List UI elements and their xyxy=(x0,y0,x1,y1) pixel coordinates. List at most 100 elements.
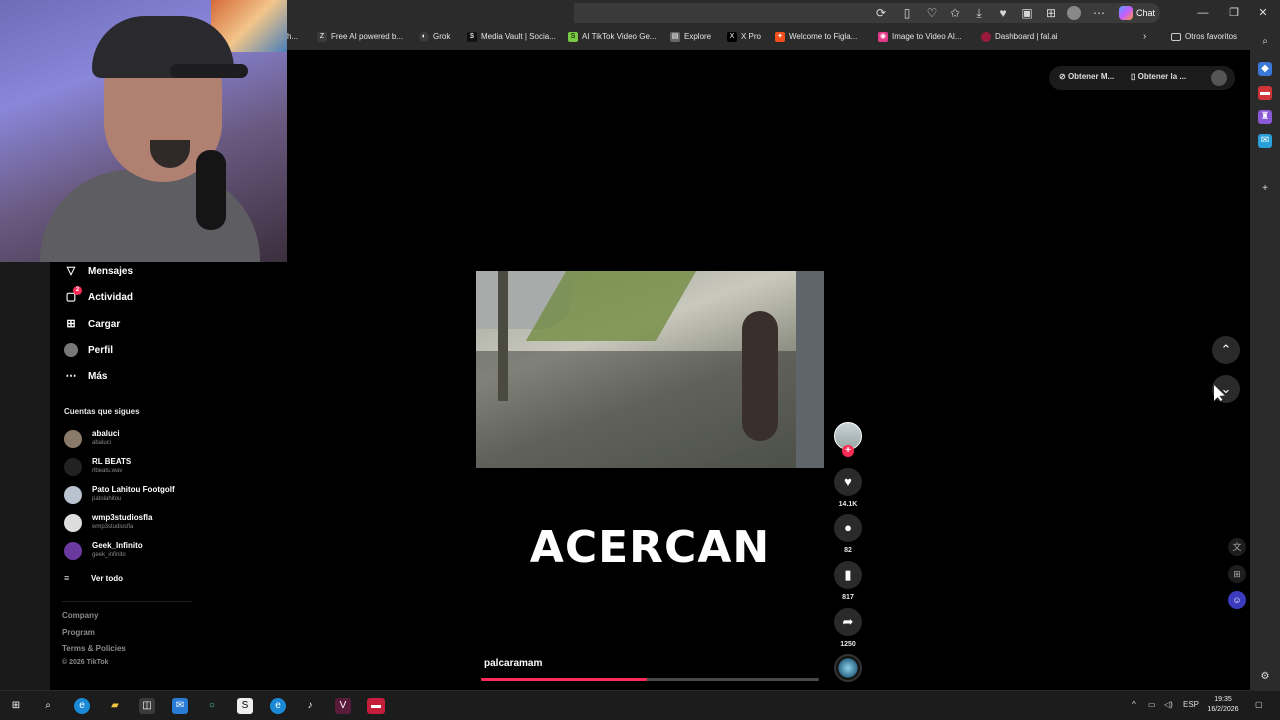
webcam-overlay xyxy=(0,0,287,262)
collections-icon[interactable]: ⊞ xyxy=(1043,6,1059,20)
edge-icon[interactable]: e xyxy=(74,698,90,714)
sidebar-item-more[interactable]: ⋯ Más xyxy=(64,367,108,385)
bookmark-item[interactable]: ◐ Grok xyxy=(419,30,450,44)
sidebar-item-upload[interactable]: ⊞ Cargar xyxy=(64,315,120,333)
copilot-chat-button[interactable]: Chat xyxy=(1114,3,1160,23)
app-icon[interactable]: ▬ xyxy=(367,698,385,714)
avatar xyxy=(64,514,82,532)
sidebar-item-messages[interactable]: ▽ Mensajes xyxy=(64,262,133,280)
bookmark-item[interactable]: h... xyxy=(287,30,298,44)
maximize-icon[interactable]: ❐ xyxy=(1227,6,1241,20)
bookmark-item[interactable]: ▤ Explore xyxy=(670,30,711,44)
other-favorites[interactable]: Otros favoritos xyxy=(1171,30,1237,44)
favorites-icon[interactable]: ✩ xyxy=(947,6,963,20)
comment-count: 82 xyxy=(844,547,852,554)
bookmark-item[interactable]: $ Media Vault | Socia... xyxy=(467,30,556,44)
streamer-shirt xyxy=(40,170,260,262)
video-player[interactable] xyxy=(476,271,824,468)
get-app-button-2[interactable]: ▯ Obtener la ... xyxy=(1131,72,1186,81)
volume-icon[interactable]: ◁) xyxy=(1164,700,1173,709)
shopping-icon[interactable]: ◆ xyxy=(1258,62,1272,76)
search-icon[interactable]: ⌕ xyxy=(1258,35,1272,49)
list-icon: ≡ xyxy=(64,573,70,583)
get-app-button-1[interactable]: ⊘ Obtener M... xyxy=(1059,72,1114,81)
microphone xyxy=(196,150,226,230)
comment-button[interactable]: ● xyxy=(834,514,862,542)
video-person xyxy=(742,311,778,441)
save-button[interactable]: ▮ xyxy=(834,561,862,589)
tiktok-icon[interactable]: ♪ xyxy=(302,698,318,714)
browser-icon[interactable]: e xyxy=(270,698,286,714)
toolbox-icon[interactable]: ▬ xyxy=(1258,86,1272,100)
video-caption: ACERCAN xyxy=(529,522,771,573)
chevron-right-icon[interactable]: › xyxy=(1143,30,1146,44)
games-icon[interactable]: ♜ xyxy=(1258,110,1272,124)
music-disc[interactable] xyxy=(834,654,862,682)
search-icon[interactable]: ⌕ xyxy=(40,698,56,714)
footer-copyright: © 2026 TikTok xyxy=(62,659,109,666)
settings-gear-icon[interactable]: ⚙ xyxy=(1258,670,1272,684)
chevron-up-icon: ⌃ xyxy=(1220,342,1232,357)
store-icon[interactable]: ◫ xyxy=(139,698,155,714)
image-icon: ◉ xyxy=(878,32,888,42)
network-icon[interactable]: ▭ xyxy=(1148,700,1156,709)
footer-company-link[interactable]: Company xyxy=(62,611,98,620)
previous-video-button[interactable]: ⌃ xyxy=(1212,336,1240,364)
system-clock[interactable]: 19:35 16/2/2026 xyxy=(1198,695,1248,715)
user-avatar[interactable] xyxy=(1211,70,1227,86)
health-icon[interactable]: ♥ xyxy=(995,6,1011,20)
video-author[interactable]: palcaramam xyxy=(484,658,542,669)
video-wall xyxy=(796,271,824,468)
minimize-icon[interactable]: — xyxy=(1196,6,1210,20)
see-all-button[interactable]: ≡ Ver todo xyxy=(64,572,123,584)
app-icon[interactable]: ○ xyxy=(204,698,220,714)
app-icon[interactable]: S xyxy=(237,698,253,714)
bookmark-icon: ▮ xyxy=(844,567,852,582)
follow-plus-icon[interactable]: + xyxy=(842,445,854,457)
video-progress-bar[interactable] xyxy=(481,678,819,681)
sidebar-item-activity[interactable]: ▢ 2 Actividad xyxy=(64,286,133,306)
clock-time: 19:35 xyxy=(1214,696,1232,703)
qr-icon[interactable]: ⊞ xyxy=(1228,565,1246,583)
notification-badge: 2 xyxy=(73,286,82,295)
page-icon: ▤ xyxy=(670,32,680,42)
save-count: 817 xyxy=(842,594,854,601)
profile-avatar-icon[interactable] xyxy=(1067,6,1081,20)
bookmark-item[interactable]: Z Free AI powered b... xyxy=(317,30,403,44)
translate-icon[interactable]: 文 xyxy=(1228,538,1246,556)
bookmark-item[interactable]: XX Pro xyxy=(727,30,761,44)
footer-terms-link[interactable]: Terms & Policies xyxy=(62,644,126,653)
downloads-icon[interactable]: ⤓ xyxy=(971,6,987,20)
video-pole xyxy=(498,271,508,401)
bookmark-item[interactable]: S AI TikTok Video Ge... xyxy=(568,30,657,44)
windows-start-icon[interactable]: ⊞ xyxy=(8,698,24,714)
share-button[interactable]: ➦ xyxy=(834,608,862,636)
add-icon[interactable]: + xyxy=(1258,182,1272,196)
screenshot-icon[interactable]: ▣ xyxy=(1019,6,1035,20)
tray-chevron-icon[interactable]: ^ xyxy=(1132,700,1136,709)
close-icon[interactable]: ✕ xyxy=(1256,6,1270,20)
file-explorer-icon[interactable]: ▰ xyxy=(107,698,123,714)
outlook-icon[interactable]: ✉ xyxy=(1258,134,1272,148)
mail-icon[interactable]: ✉ xyxy=(172,698,188,714)
avatar xyxy=(64,542,82,560)
assistant-icon[interactable]: ☺ xyxy=(1228,591,1246,609)
like-button[interactable]: ♥ xyxy=(834,468,862,496)
copilot-icon xyxy=(1119,6,1133,20)
app-icon[interactable]: V xyxy=(335,698,351,714)
browser-essentials-icon[interactable]: ♡ xyxy=(924,6,940,20)
get-app-bar: ⊘ Obtener M... ▯ Obtener la ... xyxy=(1049,66,1235,90)
following-title: Cuentas que sigues xyxy=(64,407,140,416)
split-screen-icon[interactable]: ▯ xyxy=(899,6,915,20)
sidebar-item-profile[interactable]: Perfil xyxy=(64,341,113,359)
more-menu-icon[interactable]: ⋯ xyxy=(1091,6,1107,20)
bookmark-item[interactable]: ✦ Welcome to Figla... xyxy=(775,30,857,44)
notifications-icon[interactable]: ▢ xyxy=(1255,700,1263,709)
bookmark-item[interactable]: ◉ Image to Video AI... xyxy=(878,30,962,44)
footer-program-link[interactable]: Program xyxy=(62,628,95,637)
extensions-icon[interactable]: ⟳ xyxy=(873,6,889,20)
bookmark-item[interactable]: Dashboard | fal.ai xyxy=(981,30,1058,44)
language-indicator[interactable]: ESP xyxy=(1183,700,1199,709)
divider xyxy=(62,601,192,602)
folder-icon xyxy=(1171,33,1181,41)
